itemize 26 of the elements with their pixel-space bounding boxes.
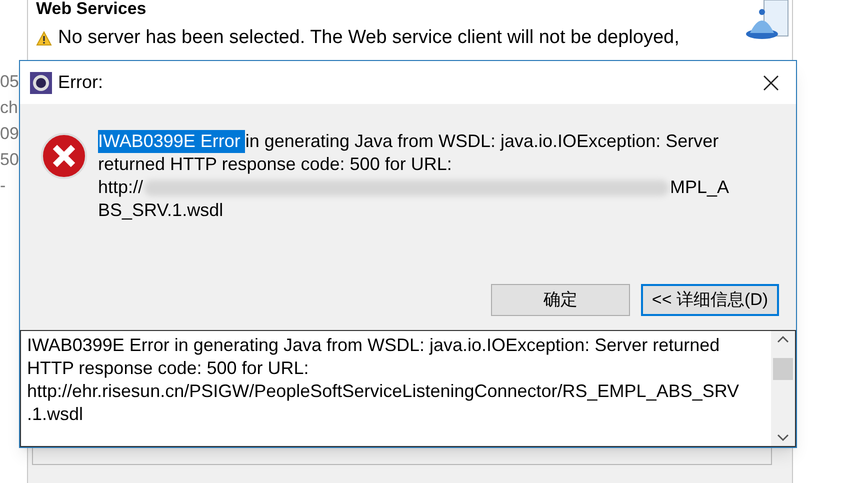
- url-text: MPL_A: [670, 176, 730, 199]
- warning-icon: [36, 30, 52, 46]
- dialog-button[interactable]: 确定: [491, 284, 630, 316]
- dialog-title: Error:: [58, 71, 103, 94]
- close-icon: [763, 74, 779, 90]
- cut-text: -: [0, 175, 6, 197]
- cut-text: 50: [0, 149, 19, 171]
- selected-text: IWAB0399E Error: [98, 130, 246, 153]
- error-message: returned HTTP response code: 500 for URL:: [98, 153, 452, 176]
- page-header: Web Services: [36, 0, 148, 18]
- details-field[interactable]: [20, 330, 796, 447]
- error-message: in generating Java from WSDL: java.io.IOException: Server: [245, 130, 719, 153]
- scrollbar-thumb[interactable]: [773, 358, 793, 380]
- scrollbar[interactable]: [771, 331, 795, 446]
- scroll-up-icon: [777, 335, 789, 343]
- cut-text: 09: [0, 123, 19, 145]
- scroll-down-icon: [777, 434, 789, 442]
- error-icon: [40, 132, 88, 180]
- warning-message: No server has been selected. The Web service client will not be deployed,: [58, 26, 680, 50]
- app-icon: [30, 72, 52, 94]
- cut-text: ch: [0, 97, 18, 119]
- cut-text: 05: [0, 71, 19, 93]
- url-text: BS_SRV.1.wsdl: [98, 199, 224, 222]
- dialog-button[interactable]: << 详细信息(D): [641, 284, 779, 316]
- url-text: http://: [98, 176, 144, 199]
- details-text: IWAB0399E Error in generating Java from WSDL: java.io.IOException: Server returned HTTP response code: 500 for URL: http://ehr.risesun.cn/PSIGW/PeopleSoftServiceListeningConnector/RS_EMPL_ABS_SRV .1.wsdl: [27, 335, 740, 424]
